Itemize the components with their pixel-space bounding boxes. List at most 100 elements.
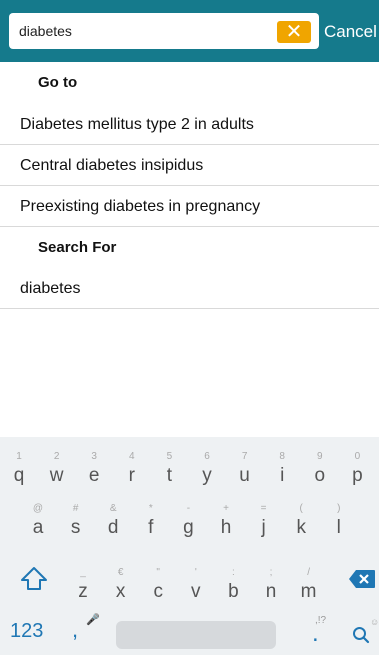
search-header: ✕ Cancel (0, 0, 379, 62)
key-hint: 5 (166, 451, 173, 462)
key-hint: + (223, 503, 229, 514)
key-hint: 8 (279, 451, 285, 462)
backspace-icon[interactable] (348, 569, 376, 589)
key-s[interactable]: # s (57, 499, 95, 551)
goto-item[interactable]: Preexisting diabetes in pregnancy (0, 186, 379, 227)
key-label: a (32, 517, 44, 538)
key-r[interactable]: 4r (113, 447, 151, 499)
goto-header: Go to (38, 74, 78, 91)
cancel-button[interactable]: Cancel (324, 22, 377, 42)
search-for-item[interactable]: diabetes (0, 268, 379, 309)
key-t[interactable]: 5t (150, 447, 188, 499)
key-hint: - (186, 503, 191, 514)
key-b[interactable]: :b (214, 563, 252, 615)
key-hint: : (232, 567, 235, 578)
key-hint: * (148, 503, 153, 514)
key-p[interactable]: 0p (338, 447, 376, 499)
spacebar[interactable] (116, 621, 276, 649)
key-w[interactable]: 2w (38, 447, 76, 499)
key-c[interactable]: " c (139, 563, 177, 615)
key-hint: € (117, 567, 124, 578)
comma-key[interactable]: , (72, 617, 78, 643)
close-icon: ✕ (285, 21, 303, 43)
key-hint: 9 (317, 451, 323, 462)
key-y[interactable]: 6y (188, 447, 226, 499)
key-label: y (202, 465, 212, 486)
key-label: r (128, 465, 135, 486)
key-hint: & (109, 503, 117, 514)
key-label: h (220, 517, 232, 538)
search-box: ✕ (9, 13, 319, 49)
key-label: l (336, 517, 341, 538)
key-e[interactable]: 3e (75, 447, 113, 499)
emoji-icon: ☺ (370, 617, 379, 627)
key-d[interactable]: & d (94, 499, 132, 551)
key-hint: 7 (241, 451, 248, 462)
key-label: w (49, 465, 64, 486)
key-m[interactable]: / m (290, 563, 328, 615)
key-o[interactable]: 9o (301, 447, 339, 499)
clear-button[interactable]: ✕ (277, 21, 311, 43)
key-hint: 1 (16, 451, 22, 462)
shift-icon[interactable] (18, 563, 50, 595)
key-l[interactable]: ) l (320, 499, 358, 551)
key-label: o (314, 465, 326, 486)
key-label: k (296, 517, 306, 538)
search-input[interactable] (19, 13, 274, 49)
key-label: z (78, 581, 88, 602)
microphone-icon: 🎤 (86, 614, 100, 626)
key-a[interactable]: @ a (19, 499, 57, 551)
key-z[interactable]: _ z (64, 563, 102, 615)
key-label: n (265, 581, 277, 602)
period-key[interactable]: . (312, 620, 319, 648)
key-g[interactable]: -g (169, 499, 207, 551)
key-label: g (183, 517, 194, 538)
key-hint: " (156, 567, 160, 578)
search-icon[interactable] (352, 626, 370, 644)
numbers-key[interactable]: 123 (10, 620, 43, 643)
key-f[interactable]: * f (132, 499, 170, 551)
key-hint: 6 (204, 451, 210, 462)
key-hint: 2 (53, 451, 60, 462)
key-label: m (300, 581, 317, 602)
search-for-header: Search For (38, 239, 117, 256)
key-hint: / (307, 567, 310, 578)
key-h[interactable]: + h (207, 499, 245, 551)
key-label: c (153, 581, 163, 602)
keyboard: 1q2w3e4r5t6y7u8i9o0p @ a # s & d * f - g + h = j(k) l … (0, 437, 379, 655)
key-hint: # (72, 503, 79, 514)
key-j[interactable]: = j (245, 499, 283, 551)
key-u[interactable]: 7u (226, 447, 264, 499)
key-hint: ) (337, 503, 341, 514)
key-label: p (352, 465, 363, 486)
key-k[interactable]: (k (282, 499, 320, 551)
key-hint: ( (299, 503, 303, 514)
goto-item[interactable]: Diabetes mellitus type 2 in adults (0, 104, 379, 145)
key-hint: 0 (354, 451, 361, 462)
key-x[interactable]: € x (102, 563, 140, 615)
key-hint: ; (269, 567, 273, 578)
key-label: t (166, 465, 173, 486)
key-q[interactable]: 1q (0, 447, 38, 499)
key-label: f (148, 517, 154, 538)
key-label: e (88, 465, 100, 486)
key-label: d (107, 517, 119, 538)
key-hint: 3 (91, 451, 97, 462)
key-hint: @ (32, 503, 44, 514)
key-i[interactable]: 8i (263, 447, 301, 499)
key-v[interactable]: ' v (177, 563, 215, 615)
key-label: u (239, 465, 250, 486)
key-label: v (191, 581, 201, 602)
key-hint: _ (80, 567, 86, 578)
key-label: i (280, 465, 285, 486)
key-n[interactable]: ; n (252, 563, 290, 615)
key-hint: 4 (129, 451, 135, 462)
key-label: j (261, 517, 266, 538)
key-label: b (228, 581, 239, 602)
key-hint: = (260, 503, 267, 514)
key-label: s (70, 517, 81, 538)
key-label: x (115, 581, 126, 602)
key-label: q (13, 465, 25, 486)
goto-item[interactable]: Central diabetes insipidus (0, 145, 379, 186)
key-hint: ' (194, 567, 197, 578)
